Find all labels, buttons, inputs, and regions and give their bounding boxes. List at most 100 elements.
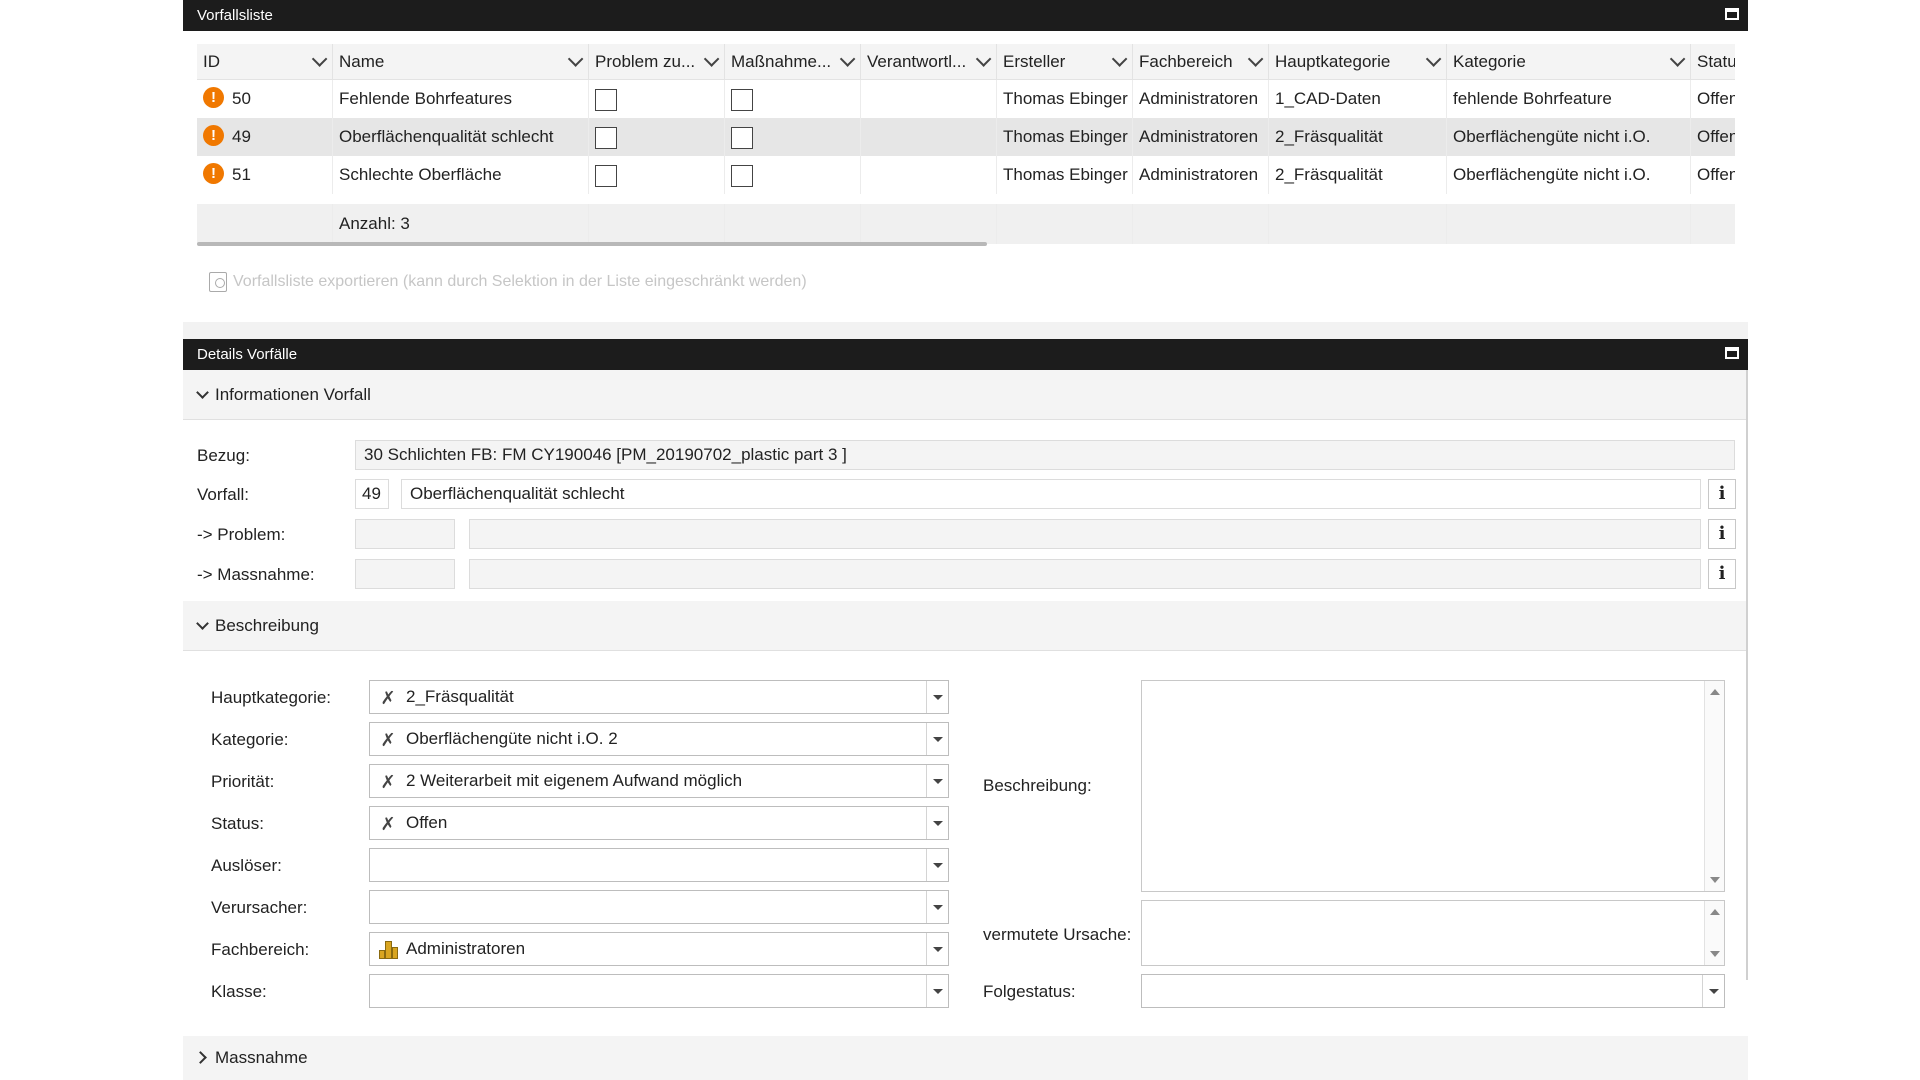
details-panel-maximize-icon[interactable] [1725, 347, 1739, 359]
massnahme-checkbox[interactable] [731, 127, 753, 149]
kategorie-select[interactable]: ✗ Oberflächengüte nicht i.O. 2 [369, 722, 949, 756]
problem-checkbox[interactable] [595, 89, 617, 111]
section-beschreibung[interactable]: Beschreibung [183, 601, 1748, 651]
chevron-down-icon[interactable] [1247, 51, 1264, 67]
dropdown-arrow-icon[interactable] [926, 975, 948, 1007]
verursacher-select[interactable] [369, 890, 949, 924]
cell-ersteller: Thomas Ebinger [997, 156, 1133, 194]
hauptkategorie-label: Hauptkategorie: [211, 688, 332, 707]
cell-verantwortlich [861, 80, 997, 118]
folgestatus-select[interactable] [1141, 974, 1725, 1008]
chevron-down-icon[interactable] [567, 51, 584, 67]
column-header-label: Maßnahme... [731, 52, 832, 71]
column-header-id[interactable]: ID [197, 44, 333, 80]
column-header-fachbereich[interactable]: Fachbereich [1133, 44, 1269, 80]
beschreibung-scrollbar[interactable] [1704, 681, 1724, 891]
id-value: 50 [232, 89, 251, 108]
dropdown-arrow-icon[interactable] [926, 849, 948, 881]
ursache-textarea[interactable] [1141, 900, 1725, 966]
section-massnahme[interactable]: Massnahme [183, 1036, 1748, 1080]
massnahme-label: -> Massnahme: [197, 565, 315, 584]
status-label: Status: [211, 814, 264, 833]
hauptkategorie-select[interactable]: ✗ 2_Fräsqualität [369, 680, 949, 714]
ausloeser-select[interactable] [369, 848, 949, 882]
problem-id-field[interactable] [355, 519, 455, 549]
cell-massnahme [725, 80, 861, 118]
chevron-down-icon[interactable] [311, 51, 328, 67]
column-header-kategorie[interactable]: Kategorie [1447, 44, 1691, 80]
dropdown-arrow-icon[interactable] [926, 933, 948, 965]
cell-hauptkategorie: 1_CAD-Daten [1269, 80, 1447, 118]
list-panel-maximize-icon[interactable] [1725, 8, 1739, 20]
dropdown-arrow-icon[interactable] [926, 681, 948, 713]
cell-fachbereich: Administratoren [1133, 80, 1269, 118]
tools-icon: ✗ [380, 772, 396, 792]
chevron-down-icon[interactable] [703, 51, 720, 67]
scroll-down-icon[interactable] [1710, 951, 1720, 957]
scroll-down-icon[interactable] [1710, 877, 1720, 883]
problem-info-button[interactable]: i [1708, 519, 1736, 549]
table-row-selected[interactable]: ! 49 Oberflächenqualität schlecht Thomas … [197, 118, 1735, 156]
massnahme-id-field[interactable] [355, 559, 455, 589]
problem-checkbox[interactable] [595, 127, 617, 149]
warning-icon: ! [203, 87, 224, 109]
chevron-right-icon [194, 1051, 207, 1064]
cell-kategorie: Oberflächengüte nicht i.O. [1447, 156, 1691, 194]
cell-name: Schlechte Oberfläche [333, 156, 589, 194]
vorfall-name-field[interactable]: Oberflächenqualität schlecht [401, 479, 1701, 509]
cell-fachbereich: Administratoren [1133, 156, 1269, 194]
massnahme-checkbox[interactable] [731, 165, 753, 187]
prioritaet-select[interactable]: ✗ 2 Weiterarbeit mit eigenem Aufwand mög… [369, 764, 949, 798]
column-header-label: Problem zu... [595, 52, 696, 71]
scroll-up-icon[interactable] [1710, 909, 1720, 915]
vorfall-id-field[interactable]: 49 [355, 479, 389, 509]
column-header-verantwortlich[interactable]: Verantwortl... [861, 44, 997, 80]
ursache-scrollbar[interactable] [1704, 901, 1724, 965]
chevron-down-icon[interactable] [1425, 51, 1442, 67]
bezug-field[interactable]: 30 Schlichten FB: FM CY190046 [PM_201907… [355, 440, 1735, 470]
dropdown-arrow-icon[interactable] [1702, 975, 1724, 1007]
fachbereich-select[interactable]: Administratoren [369, 932, 949, 966]
table-row[interactable]: ! 50 Fehlende Bohrfeatures Thomas Ebinger… [197, 80, 1735, 118]
column-header-name[interactable]: Name [333, 44, 589, 80]
section-informationen-vorfall[interactable]: Informationen Vorfall [183, 370, 1748, 420]
beschreibung-textarea[interactable] [1141, 680, 1725, 892]
column-header-hauptkategorie[interactable]: Hauptkategorie [1269, 44, 1447, 80]
column-header-status[interactable]: Statu [1691, 44, 1735, 80]
section-title: Beschreibung [215, 616, 319, 635]
column-header-problem[interactable]: Problem zu... [589, 44, 725, 80]
problem-checkbox[interactable] [595, 165, 617, 187]
klasse-select[interactable] [369, 974, 949, 1008]
massnahme-checkbox[interactable] [731, 89, 753, 111]
dropdown-arrow-icon[interactable] [926, 765, 948, 797]
massnahme-name-field[interactable] [469, 559, 1701, 589]
horizontal-scrollbar[interactable] [197, 242, 987, 246]
scroll-up-icon[interactable] [1710, 689, 1720, 695]
table-row[interactable]: ! 51 Schlechte Oberfläche Thomas Ebinger … [197, 156, 1735, 194]
list-panel-header: Vorfallsliste [183, 0, 1748, 31]
list-panel-title: Vorfallsliste [197, 7, 273, 24]
beschreibung-label: Beschreibung: [983, 776, 1092, 795]
column-header-label: Hauptkategorie [1275, 52, 1391, 71]
status-select[interactable]: ✗ Offen [369, 806, 949, 840]
export-link[interactable]: Vorfallsliste exportieren (kann durch Se… [209, 272, 807, 292]
cell-status: Offen [1697, 89, 1735, 108]
kategorie-label: Kategorie: [211, 730, 289, 749]
column-header-massnahme[interactable]: Maßnahme... [725, 44, 861, 80]
dropdown-arrow-icon[interactable] [926, 807, 948, 839]
dropdown-arrow-icon[interactable] [926, 723, 948, 755]
chevron-down-icon[interactable] [839, 51, 856, 67]
column-header-ersteller[interactable]: Ersteller [997, 44, 1133, 80]
cell-kategorie: Oberflächengüte nicht i.O. [1447, 118, 1691, 156]
vorfall-info-button[interactable]: i [1708, 479, 1736, 509]
chevron-down-icon[interactable] [1669, 51, 1686, 67]
column-header-label: Kategorie [1453, 52, 1526, 71]
select-value: Oberflächengüte nicht i.O. 2 [406, 729, 618, 748]
problem-name-field[interactable] [469, 519, 1701, 549]
tools-icon: ✗ [380, 730, 396, 750]
dropdown-arrow-icon[interactable] [926, 891, 948, 923]
select-value: 2_Fräsqualität [406, 687, 514, 706]
massnahme-info-button[interactable]: i [1708, 559, 1736, 589]
chevron-down-icon[interactable] [1111, 51, 1128, 67]
chevron-down-icon[interactable] [975, 51, 992, 67]
